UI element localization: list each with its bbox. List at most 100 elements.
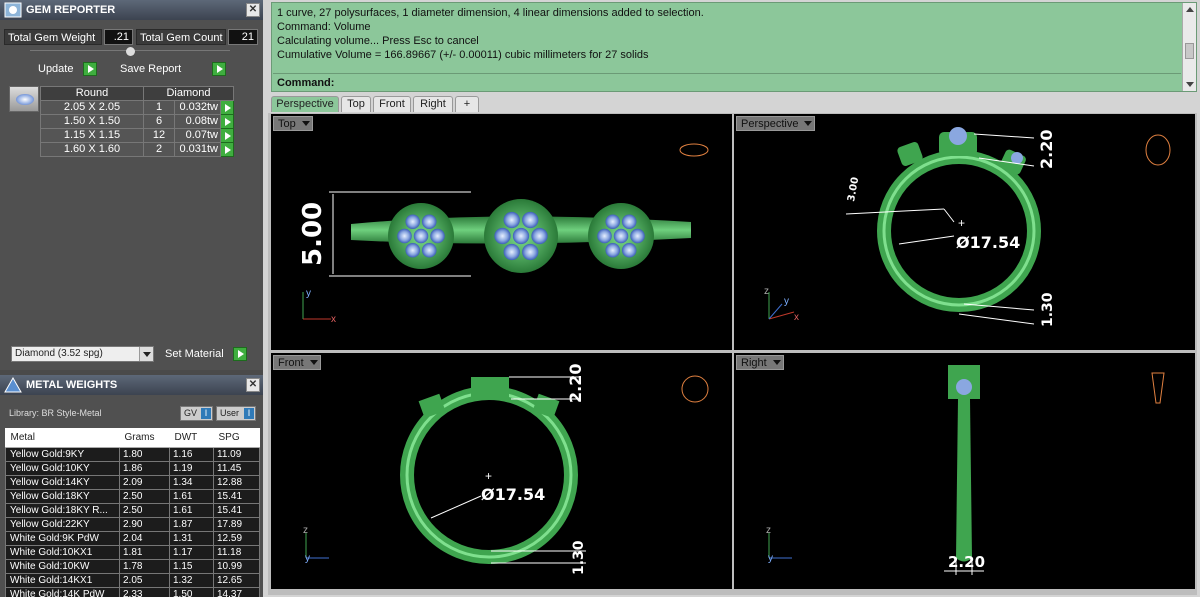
- metal-row[interactable]: White Gold:14K PdW 2.33 1.50 14.37: [5, 586, 260, 597]
- viewport-right-label-text: Right: [741, 357, 767, 369]
- gem-shape-thumbnail[interactable]: [9, 86, 39, 112]
- metal-grams: 2.04: [119, 530, 170, 546]
- diamond-stone: [413, 228, 429, 244]
- chevron-down-icon[interactable]: [309, 360, 318, 365]
- user-toggle-label: User: [220, 408, 240, 418]
- metal-row[interactable]: White Gold:9K PdW 2.04 1.31 12.59: [5, 530, 260, 546]
- viewport-front-label[interactable]: Front: [273, 355, 321, 370]
- metal-grams: 2.05: [119, 572, 170, 588]
- save-report-button[interactable]: Save Report: [116, 61, 228, 77]
- save-report-go-icon[interactable]: [212, 62, 226, 76]
- gem-select-go-icon[interactable]: [220, 114, 234, 129]
- update-button[interactable]: Update: [34, 61, 98, 77]
- metal-row[interactable]: Yellow Gold:22KY 2.90 1.87 17.89: [5, 516, 260, 532]
- grams-col-header[interactable]: Grams: [119, 428, 170, 448]
- add-tab-icon[interactable]: +: [455, 96, 479, 112]
- metal-dwt: 1.34: [169, 474, 214, 490]
- tab-perspective[interactable]: Perspective: [271, 96, 339, 112]
- user-toggle[interactable]: User I: [216, 406, 256, 421]
- metal-grams: 2.90: [119, 516, 170, 532]
- gem-size: 1.60 X 1.60: [40, 142, 144, 157]
- ring-preview-icon: [679, 143, 709, 157]
- command-input[interactable]: Command:: [273, 73, 1181, 91]
- update-button-label: Update: [38, 63, 74, 75]
- set-material-button[interactable]: Set Material: [161, 346, 249, 362]
- gv-toggle-switch[interactable]: I: [201, 408, 211, 419]
- viewport-top-label[interactable]: Top: [273, 116, 313, 131]
- gem-table-row[interactable]: 1.15 X 1.15 12 0.07tw: [40, 128, 234, 143]
- left-panel: GEM REPORTER ✕ Total Gem Weight .21 Tota…: [0, 0, 263, 597]
- tab-front[interactable]: Front: [373, 96, 411, 112]
- viewport-perspective-label[interactable]: Perspective: [736, 116, 816, 131]
- metal-row[interactable]: White Gold:10KW 1.78 1.15 10.99: [5, 558, 260, 574]
- chevron-down-icon[interactable]: [301, 121, 310, 126]
- viewport-right-label[interactable]: Right: [736, 355, 784, 370]
- gem-table-row[interactable]: 2.05 X 2.05 1 0.032tw: [40, 100, 234, 115]
- gv-toggle[interactable]: GV I: [180, 406, 213, 421]
- splitter-knob-icon[interactable]: [126, 47, 135, 56]
- metal-name: Yellow Gold:14KY: [5, 474, 120, 490]
- metal-row[interactable]: White Gold:14KX1 2.05 1.32 12.65: [5, 572, 260, 588]
- diamond-stone: [630, 228, 645, 244]
- gem-reporter-close-icon[interactable]: ✕: [246, 3, 260, 17]
- gem-weight: 0.08tw: [174, 114, 221, 129]
- gem-table-row[interactable]: 1.50 X 1.50 6 0.08tw: [40, 114, 234, 129]
- scroll-down-icon[interactable]: [1186, 82, 1194, 87]
- material-select[interactable]: Diamond (3.52 spg): [11, 346, 154, 362]
- dwt-col-header[interactable]: DWT: [169, 428, 214, 448]
- axis-z-label: z: [764, 286, 769, 297]
- metal-spg: 12.88: [213, 474, 260, 490]
- panel-splitter[interactable]: [30, 47, 230, 56]
- gem-select-go-icon[interactable]: [220, 142, 234, 157]
- diamond-stone: [605, 214, 621, 229]
- metal-weights-close-icon[interactable]: ✕: [246, 378, 260, 392]
- metal-name: White Gold:10KW: [5, 558, 120, 574]
- chevron-down-icon[interactable]: [804, 121, 813, 126]
- chevron-down-icon[interactable]: [139, 347, 153, 361]
- gem-select-go-icon[interactable]: [220, 100, 234, 115]
- viewport-top[interactable]: 5.00 y x Top: [271, 114, 732, 350]
- gem-table-row[interactable]: 1.60 X 1.60 2 0.031tw: [40, 142, 234, 157]
- spg-col-header[interactable]: SPG: [213, 428, 260, 448]
- perspective-view-canvas: 2.20 3.00 + Ø17.54 1.30 z y x: [764, 127, 1171, 327]
- ring-preview-icon: [1145, 134, 1171, 166]
- metal-row[interactable]: White Gold:10KX1 1.81 1.17 11.18: [5, 544, 260, 560]
- tab-right[interactable]: Right: [413, 96, 453, 112]
- user-toggle-switch[interactable]: I: [244, 408, 254, 419]
- material-select-value: Diamond (3.52 spg): [15, 348, 103, 359]
- metal-dwt: 1.32: [169, 572, 214, 588]
- diamond-stone: [421, 214, 437, 229]
- center-mark-icon: +: [485, 469, 492, 483]
- metal-spg: 11.09: [213, 446, 260, 462]
- gem-select-go-icon[interactable]: [220, 128, 234, 143]
- metal-row[interactable]: Yellow Gold:18KY 2.50 1.61 15.41: [5, 488, 260, 504]
- tab-top[interactable]: Top: [341, 96, 371, 112]
- metal-spg: 17.89: [213, 516, 260, 532]
- gem-reporter-title-bar[interactable]: GEM REPORTER ✕: [0, 0, 263, 20]
- front-view-canvas: 2.20 + Ø17.54 1.30 z y: [303, 364, 709, 575]
- command-history-line: Calculating volume... Press Esc to cance…: [277, 35, 479, 47]
- scroll-thumb[interactable]: [1185, 43, 1194, 59]
- set-material-go-icon[interactable]: [233, 347, 247, 361]
- viewport-front[interactable]: 2.20 + Ø17.54 1.30 z y Front: [271, 353, 732, 589]
- update-go-icon[interactable]: [83, 62, 97, 76]
- chevron-down-icon[interactable]: [772, 360, 781, 365]
- metal-weights-title-bar[interactable]: METAL WEIGHTS ✕: [0, 375, 263, 395]
- metal-weights-panel: METAL WEIGHTS ✕ Library: BR Style-Metal …: [0, 375, 263, 597]
- metal-name: White Gold:14K PdW: [5, 586, 120, 597]
- metal-col-header[interactable]: Metal: [5, 428, 120, 448]
- viewport-right[interactable]: 2.20 z y Right: [734, 353, 1195, 589]
- command-scrollbar[interactable]: [1182, 3, 1196, 91]
- axis-y-label: y: [768, 553, 773, 564]
- total-gem-count-label: Total Gem Count: [136, 29, 226, 45]
- scroll-up-icon[interactable]: [1186, 7, 1194, 12]
- gem-size: 1.50 X 1.50: [40, 114, 144, 129]
- metal-row[interactable]: Yellow Gold:10KY 1.86 1.19 11.45: [5, 460, 260, 476]
- metal-spg: 11.18: [213, 544, 260, 560]
- metal-row[interactable]: Yellow Gold:14KY 2.09 1.34 12.88: [5, 474, 260, 490]
- metal-dwt: 1.87: [169, 516, 214, 532]
- viewport-perspective[interactable]: 2.20 3.00 + Ø17.54 1.30 z y x Perspectiv…: [734, 114, 1195, 350]
- metal-row[interactable]: Yellow Gold:18KY R... 2.50 1.61 15.41: [5, 502, 260, 518]
- metal-row[interactable]: Yellow Gold:9KY 1.80 1.16 11.09: [5, 446, 260, 462]
- gem-weight: 0.032tw: [174, 100, 221, 115]
